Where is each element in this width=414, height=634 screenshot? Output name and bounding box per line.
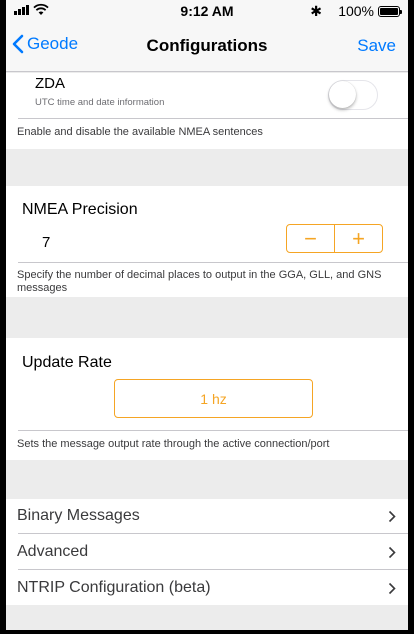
chevron-right-icon (388, 510, 396, 523)
nmea-sentences-section: ZDA UTC time and date information Enable… (6, 73, 408, 149)
page-title: Configurations (146, 36, 268, 55)
update-rate-footer: Sets the message output rate through the… (17, 438, 330, 450)
divider (18, 118, 408, 119)
menu-row-binary-messages[interactable]: Binary Messages (6, 499, 408, 533)
increment-button[interactable]: + (335, 225, 382, 252)
navigation-bar: Geode Configurations Save (6, 22, 408, 72)
bluetooth-icon: ✱ (310, 3, 322, 19)
divider (18, 533, 408, 534)
update-rate-section: Update Rate 1 hz Sets the message output… (6, 338, 408, 460)
precision-section: NMEA Precision 7 − + Specify the number … (6, 186, 408, 297)
precision-footer: Specify the number of decimal places to … (17, 269, 382, 294)
sentences-footer: Enable and disable the available NMEA se… (17, 126, 263, 138)
toggle-knob (329, 81, 356, 108)
divider (18, 430, 408, 431)
decrement-button[interactable]: − (287, 225, 335, 252)
menu-row-label: Advanced (17, 543, 89, 560)
divider (18, 569, 408, 570)
menu-row-label: NTRIP Configuration (beta) (17, 579, 211, 596)
divider (18, 262, 408, 263)
settings-list: ZDA UTC time and date information Enable… (6, 73, 408, 630)
zda-toggle[interactable] (328, 80, 378, 110)
precision-stepper[interactable]: − + (286, 224, 383, 253)
sentence-name: ZDA (35, 75, 65, 92)
menu-section: Binary Messages Advanced NTRIP Configura… (6, 499, 408, 605)
menu-row-advanced[interactable]: Advanced (6, 535, 408, 569)
save-button[interactable]: Save (357, 36, 396, 56)
battery-percent: 100% (338, 3, 374, 19)
menu-row-label: Binary Messages (17, 507, 140, 524)
update-rate-title: Update Rate (22, 354, 112, 371)
status-bar: 9:12 AM ✱ 100% (6, 0, 408, 22)
precision-value: 7 (42, 234, 51, 251)
battery-icon (378, 6, 402, 17)
menu-row-ntrip-configuration[interactable]: NTRIP Configuration (beta) (6, 571, 408, 605)
phone-screen: 9:12 AM ✱ 100% Geode Configurations Save… (0, 0, 414, 634)
chevron-right-icon (388, 582, 396, 595)
chevron-right-icon (388, 546, 396, 559)
precision-title: NMEA Precision (22, 201, 138, 218)
sentence-description: UTC time and date information (35, 97, 165, 108)
update-rate-button[interactable]: 1 hz (114, 379, 313, 418)
